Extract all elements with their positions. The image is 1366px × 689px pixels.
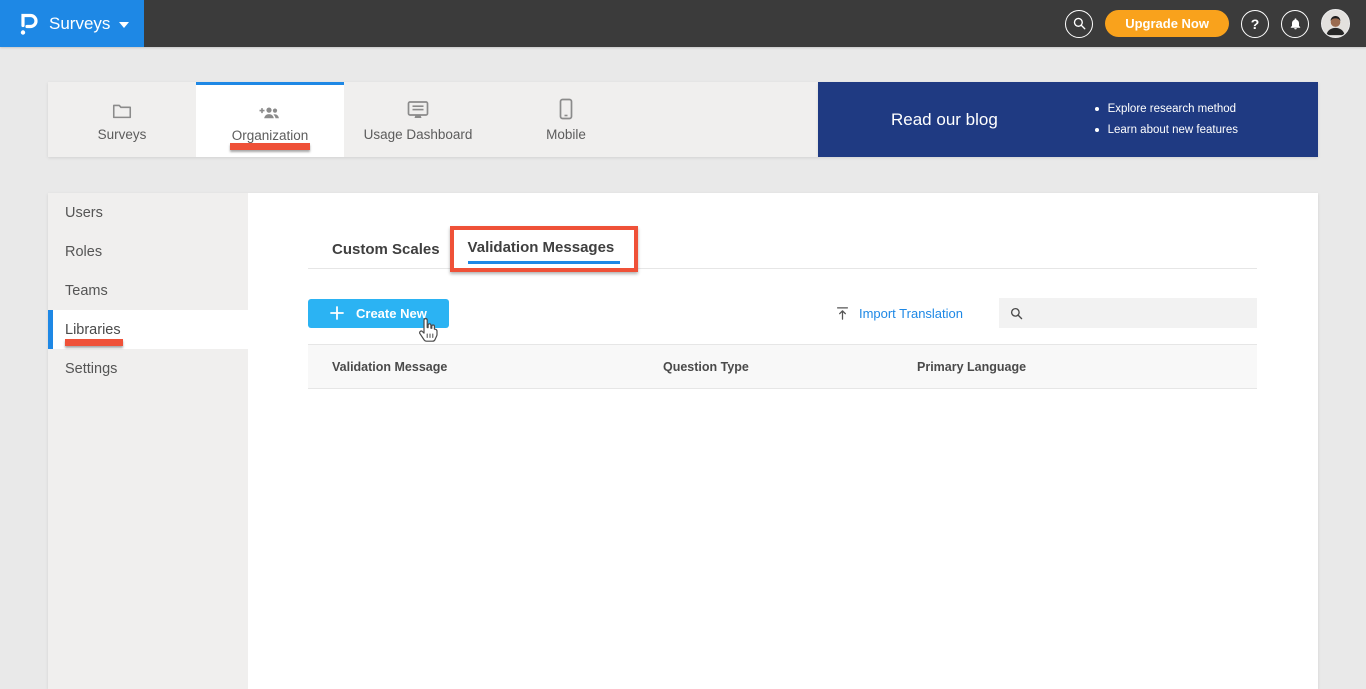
import-translation-label: Import Translation <box>858 305 963 321</box>
nav-tab-label: Mobile <box>546 126 586 142</box>
questionpro-logo-icon <box>18 10 40 37</box>
help-icon: ? <box>1250 15 1260 32</box>
annotation-underline <box>230 143 310 150</box>
annotation-box: Validation Messages <box>449 226 639 272</box>
folder-icon <box>111 98 133 120</box>
column-header-validation-message: Validation Message <box>332 359 448 374</box>
dashboard-icon <box>406 98 430 120</box>
sidebar: Users Roles Teams Libraries Settings <box>48 193 248 689</box>
banner-bullet: Learn about new features <box>1095 120 1238 141</box>
nav-tab-mobile[interactable]: Mobile <box>492 82 640 157</box>
content-tabs: Custom Scales Validation Messages <box>308 225 1257 273</box>
nav-tab-label: Usage Dashboard <box>363 126 473 142</box>
group-add-icon <box>257 99 283 121</box>
sidebar-item-settings[interactable]: Settings <box>48 349 248 388</box>
nav-tab-label: Surveys <box>97 126 147 142</box>
sidebar-item-users[interactable]: Users <box>48 193 248 232</box>
upgrade-now-button[interactable]: Upgrade Now <box>1105 10 1229 37</box>
sidebar-item-label: Roles <box>65 243 103 260</box>
banner-bullet: Explore research method <box>1095 99 1238 120</box>
sidebar-item-roles[interactable]: Roles <box>48 232 248 271</box>
upload-icon <box>835 305 850 322</box>
nav-tab-strip: Surveys Organization Usage Dashboard Mob… <box>48 82 818 157</box>
mobile-icon <box>559 98 573 120</box>
magnifier-icon <box>1009 306 1024 321</box>
product-name: Surveys <box>49 13 111 33</box>
chevron-down-icon <box>119 21 130 28</box>
content-area: Custom Scales Validation Messages Create… <box>248 193 1318 689</box>
main-panel: Users Roles Teams Libraries Settings Cus… <box>48 193 1318 689</box>
sidebar-item-label: Libraries <box>65 321 121 338</box>
tab-validation-messages[interactable]: Validation Messages <box>467 239 621 264</box>
toolbar-right: Import Translation <box>835 298 1257 328</box>
top-bar: Surveys Upgrade Now ? <box>0 0 1366 47</box>
search-input[interactable] <box>1032 305 1257 321</box>
sidebar-item-teams[interactable]: Teams <box>48 271 248 310</box>
notifications-button[interactable] <box>1281 9 1309 38</box>
help-button[interactable]: ? <box>1241 9 1269 38</box>
topbar-actions: Upgrade Now ? <box>144 0 1366 47</box>
search-box <box>999 298 1257 328</box>
avatar[interactable] <box>1321 9 1350 38</box>
tab-custom-scales[interactable]: Custom Scales <box>332 241 440 258</box>
sidebar-item-libraries[interactable]: Libraries <box>48 310 248 349</box>
banner-bullet-list: Explore research method Learn about new … <box>1095 99 1238 141</box>
toolbar: Create New Import Translation <box>308 298 1257 328</box>
product-switcher[interactable]: Surveys <box>0 0 144 47</box>
nav-tab-surveys[interactable]: Surveys <box>48 82 196 157</box>
column-header-primary-language: Primary Language <box>917 359 1027 374</box>
annotation-underline <box>65 339 123 346</box>
nav-tab-organization[interactable]: Organization <box>196 82 344 157</box>
nav-tab-usage-dashboard[interactable]: Usage Dashboard <box>344 82 492 157</box>
search-icon <box>1072 16 1087 31</box>
bell-icon <box>1288 16 1303 32</box>
column-header-question-type: Question Type <box>663 359 749 374</box>
banner-title: Read our blog <box>891 109 998 129</box>
table-header-row: Validation Message Question Type Primary… <box>308 344 1257 389</box>
sidebar-item-label: Users <box>65 204 103 221</box>
plus-icon <box>330 306 344 320</box>
sidebar-item-label: Settings <box>65 360 118 377</box>
sidebar-item-label: Teams <box>65 282 108 299</box>
blog-banner[interactable]: Read our blog Explore research method Le… <box>818 82 1318 157</box>
search-button[interactable] <box>1065 9 1094 38</box>
create-new-label: Create New <box>356 305 427 321</box>
nav-tab-label: Organization <box>231 128 309 143</box>
import-translation-link[interactable]: Import Translation <box>835 305 963 322</box>
primary-nav: Surveys Organization Usage Dashboard Mob… <box>48 82 1318 157</box>
create-new-button[interactable]: Create New <box>308 298 449 328</box>
